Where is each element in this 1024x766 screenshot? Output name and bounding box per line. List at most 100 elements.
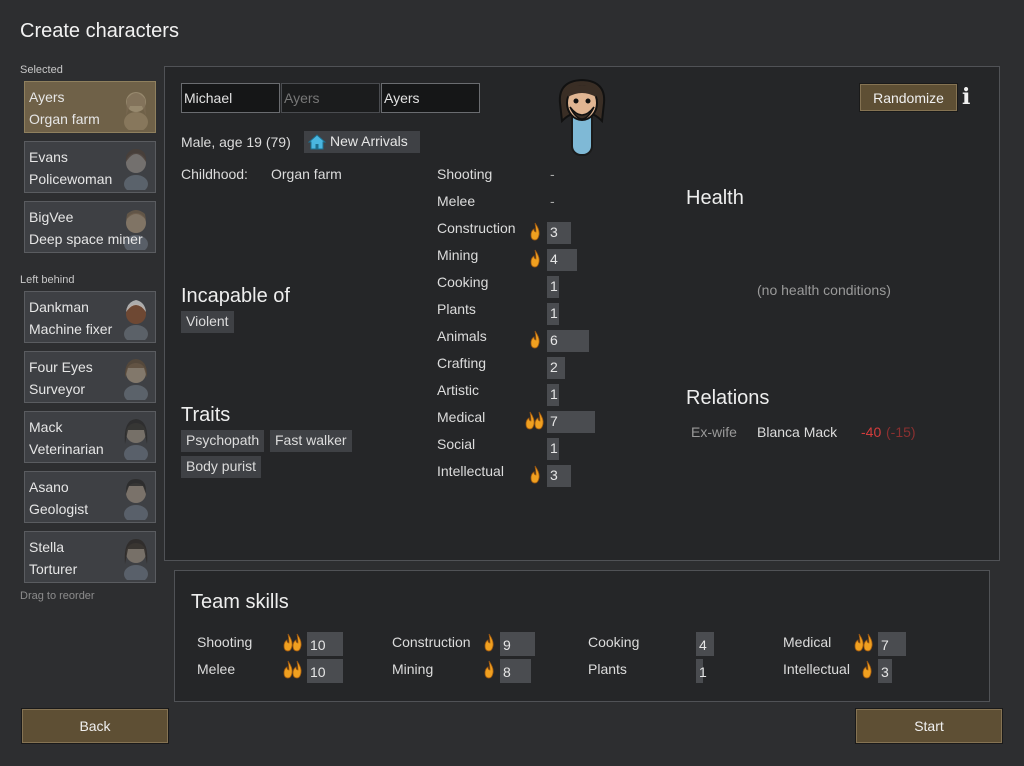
skill-value: 6 <box>550 332 558 348</box>
skill-row[interactable]: Shooting - <box>437 166 637 193</box>
team-skill-name: Plants <box>588 661 627 677</box>
team-skill: Shooting 10 <box>197 632 377 656</box>
page-title: Create characters <box>20 20 179 42</box>
skill-value: 3 <box>550 224 558 240</box>
incapable-chip[interactable]: Violent <box>181 311 234 333</box>
childhood-value[interactable]: Organ farm <box>271 166 342 182</box>
pawn-name: Ayers <box>29 89 65 105</box>
relation-opinion-other: (-15) <box>886 424 916 440</box>
faction-chip[interactable]: New Arrivals <box>304 131 420 153</box>
skill-name: Social <box>437 436 476 452</box>
last-name-input[interactable]: Ayers <box>381 83 480 113</box>
house-icon <box>308 134 326 150</box>
team-skill: Mining 8 <box>392 659 572 683</box>
pawn-role: Torturer <box>29 561 78 577</box>
skill-value: 3 <box>550 467 558 483</box>
character-avatar <box>558 78 606 156</box>
flame-icon <box>530 249 540 268</box>
flame-icon <box>862 660 872 679</box>
skill-row[interactable]: Animals 6 <box>437 328 637 355</box>
first-name-input[interactable]: Michael <box>181 83 280 113</box>
flame-icon <box>484 660 494 679</box>
team-skill-name: Cooking <box>588 634 640 650</box>
flame-icon <box>525 411 544 430</box>
skill-name: Construction <box>437 220 516 236</box>
skill-name: Melee <box>437 193 476 209</box>
pawn-card-dankman[interactable]: Dankman Machine fixer <box>24 291 156 343</box>
team-skill-value: 8 <box>503 664 511 680</box>
relations-heading: Relations <box>686 387 770 409</box>
trait-chip[interactable]: Psychopath <box>181 430 265 452</box>
pawn-card-bigvee[interactable]: BigVee Deep space miner <box>24 201 156 253</box>
skill-name: Animals <box>437 328 487 344</box>
health-empty: (no health conditions) <box>757 282 891 298</box>
skill-name: Plants <box>437 301 476 317</box>
team-skill-name: Construction <box>392 634 471 650</box>
nickname-input[interactable]: Ayers <box>281 83 380 113</box>
team-skill-value: 3 <box>881 664 889 680</box>
skill-name: Mining <box>437 247 479 263</box>
randomize-button[interactable]: Randomize <box>859 83 958 112</box>
pawn-role: Policewoman <box>29 171 113 187</box>
trait-chip[interactable]: Body purist <box>181 456 262 478</box>
childhood-label: Childhood: <box>181 166 248 182</box>
pawn-card-ayers[interactable]: Ayers Organ farm <box>24 81 156 133</box>
back-button[interactable]: Back <box>21 708 169 744</box>
team-skill: Construction 9 <box>392 632 572 656</box>
relation-type: Ex-wife <box>691 424 737 440</box>
start-button[interactable]: Start <box>855 708 1003 744</box>
team-skill: Cooking 4 <box>588 632 768 656</box>
team-skill-name: Shooting <box>197 634 253 650</box>
pawn-card-evans[interactable]: Evans Policewoman <box>24 141 156 193</box>
skill-value: 1 <box>550 305 558 321</box>
pawn-name: Asano <box>29 479 69 495</box>
skill-row[interactable]: Crafting 2 <box>437 355 637 382</box>
skill-row[interactable]: Melee - <box>437 193 637 220</box>
incapable-heading: Incapable of <box>181 285 290 307</box>
skill-row[interactable]: Social 1 <box>437 436 637 463</box>
pawn-name: Four Eyes <box>29 359 93 375</box>
team-skill: Medical 7 <box>783 632 963 656</box>
skill-name: Artistic <box>437 382 479 398</box>
flame-icon <box>530 330 540 349</box>
info-icon[interactable]: i <box>962 84 980 110</box>
flame-icon <box>484 633 494 652</box>
team-skill-value: 4 <box>699 637 707 653</box>
pawn-card-mack[interactable]: Mack Veterinarian <box>24 411 156 463</box>
drag-hint: Drag to reorder <box>20 590 95 602</box>
skill-value: 1 <box>550 440 558 456</box>
left-behind-group-label: Left behind <box>20 274 75 286</box>
team-skill-name: Intellectual <box>783 661 850 677</box>
skill-name: Shooting <box>437 166 493 182</box>
pawn-card-asano[interactable]: Asano Geologist <box>24 471 156 523</box>
team-skill-name: Medical <box>783 634 832 650</box>
pawn-card-stella[interactable]: Stella Torturer <box>24 531 156 583</box>
skill-row[interactable]: Construction 3 <box>437 220 637 247</box>
skill-value: 2 <box>550 359 558 375</box>
pawn-role: Surveyor <box>29 381 86 397</box>
pawn-card-four-eyes[interactable]: Four Eyes Surveyor <box>24 351 156 403</box>
skill-value: 7 <box>550 413 558 429</box>
pawn-name: Mack <box>29 419 63 435</box>
skill-row[interactable]: Mining 4 <box>437 247 637 274</box>
skill-value: 1 <box>550 278 558 294</box>
skill-value: 4 <box>550 251 558 267</box>
skill-row[interactable]: Cooking 1 <box>437 274 637 301</box>
team-skill-value: 9 <box>503 637 511 653</box>
flame-icon <box>854 633 873 652</box>
skill-row[interactable]: Intellectual 3 <box>437 463 637 490</box>
health-heading: Health <box>686 187 744 209</box>
skill-row[interactable]: Artistic 1 <box>437 382 637 409</box>
team-skill-value: 10 <box>310 664 326 680</box>
team-skill-value: 10 <box>310 637 326 653</box>
skill-row[interactable]: Plants 1 <box>437 301 637 328</box>
skill-name: Medical <box>437 409 486 425</box>
relation-name[interactable]: Blanca Mack <box>757 424 837 440</box>
skill-row[interactable]: Medical 7 <box>437 409 637 436</box>
team-skill-value: 7 <box>881 637 889 653</box>
pawn-role: Deep space miner <box>29 231 143 247</box>
trait-chip[interactable]: Fast walker <box>270 430 352 452</box>
team-skill-value: 1 <box>699 664 707 680</box>
faction-name: New Arrivals <box>330 133 408 149</box>
pawn-role: Machine fixer <box>29 321 113 337</box>
